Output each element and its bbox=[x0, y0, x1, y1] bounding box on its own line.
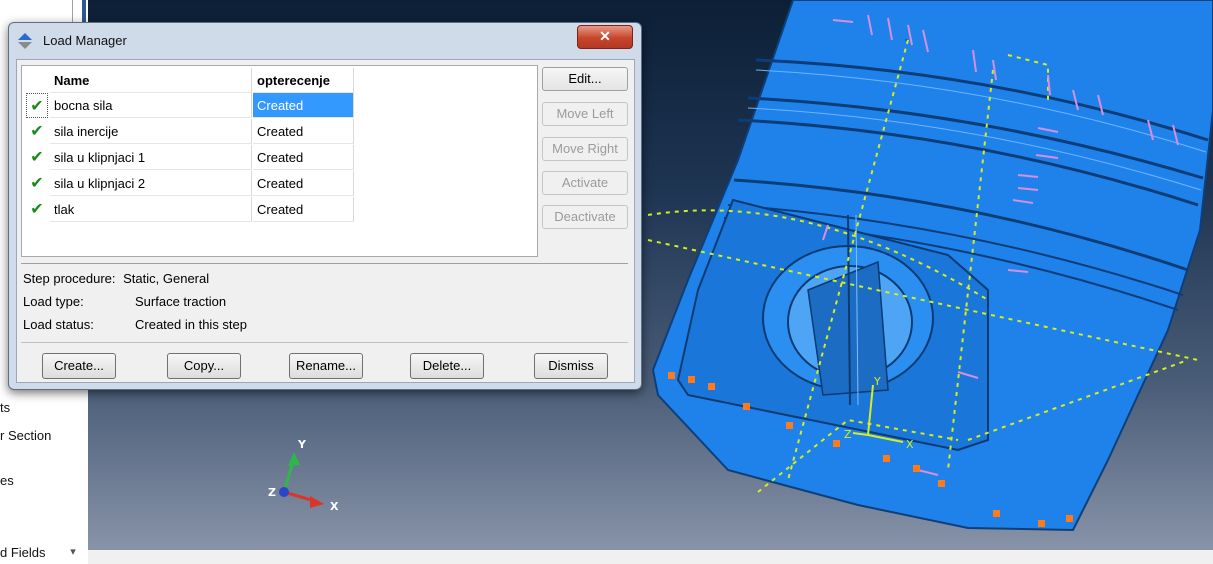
tree-item-profiles[interactable]: es bbox=[0, 473, 14, 488]
deactivate-button[interactable]: Deactivate bbox=[542, 205, 628, 229]
load-status-cell[interactable]: Created bbox=[253, 171, 354, 196]
table-row[interactable]: ✔ bocna sila Created bbox=[22, 93, 358, 119]
table-row[interactable]: ✔ sila inercije Created bbox=[22, 119, 358, 145]
table-row[interactable]: ✔ sila u klipnjaci 1 Created bbox=[22, 145, 358, 171]
triad-x-label: X bbox=[330, 500, 339, 513]
triad-y-label: Y bbox=[297, 438, 307, 451]
divider bbox=[21, 263, 628, 264]
triad-z-label: Z bbox=[268, 486, 276, 499]
load-status-cell[interactable]: Created bbox=[253, 197, 354, 222]
load-type-label: Load type: bbox=[23, 294, 84, 309]
dialog-title: Load Manager bbox=[43, 33, 127, 48]
rename-button[interactable]: Rename... bbox=[289, 353, 363, 379]
dialog-titlebar[interactable]: Load Manager ✕ bbox=[9, 23, 641, 59]
move-left-button[interactable]: Move Left bbox=[542, 102, 628, 126]
load-status-label: Load status: bbox=[23, 317, 94, 332]
active-check-icon: ✔ bbox=[30, 149, 44, 166]
load-manager-icon bbox=[18, 33, 32, 49]
divider bbox=[21, 342, 628, 343]
tree-toolbar-icon[interactable] bbox=[82, 0, 86, 22]
close-button[interactable]: ✕ bbox=[577, 25, 633, 49]
copy-button[interactable]: Copy... bbox=[167, 353, 241, 379]
tree-item-parts[interactable]: ts bbox=[0, 400, 10, 415]
delete-button[interactable]: Delete... bbox=[410, 353, 484, 379]
move-right-button[interactable]: Move Right bbox=[542, 137, 628, 161]
table-row[interactable]: ✔ sila u klipnjaci 2 Created bbox=[22, 171, 358, 197]
csys-y-label: Y bbox=[873, 375, 881, 388]
load-type-value: Surface traction bbox=[135, 294, 227, 309]
tree-scroll-down-icon[interactable]: ▾ bbox=[60, 540, 86, 562]
column-header-step[interactable]: opterecenje bbox=[253, 68, 354, 93]
load-name[interactable]: tlak bbox=[50, 197, 252, 222]
load-status-value: Created in this step bbox=[135, 317, 248, 332]
active-check-icon: ✔ bbox=[26, 93, 48, 118]
tree-item-sections[interactable]: r Section bbox=[0, 428, 51, 443]
dialog-body: Name opterecenje ✔ bocna sila Created ✔ … bbox=[16, 59, 635, 383]
dismiss-button[interactable]: Dismiss bbox=[534, 353, 608, 379]
step-procedure-value: Static, General bbox=[123, 271, 210, 286]
load-table: Name opterecenje ✔ bocna sila Created ✔ … bbox=[21, 65, 538, 257]
load-manager-dialog: Load Manager ✕ Name opterecenje ✔ bocna … bbox=[8, 22, 642, 390]
load-type-row: Load type: Surface traction bbox=[23, 294, 226, 309]
viewport-bottom-strip bbox=[88, 550, 1213, 564]
tree-item-fields[interactable]: d Fields bbox=[0, 545, 46, 560]
table-header: Name opterecenje bbox=[22, 68, 358, 94]
load-status-cell[interactable]: Created bbox=[253, 145, 354, 170]
active-check-icon: ✔ bbox=[30, 123, 44, 140]
active-check-icon: ✔ bbox=[30, 201, 44, 218]
step-procedure-row: Step procedure: Static, General bbox=[23, 271, 209, 286]
step-procedure-label: Step procedure: bbox=[23, 271, 116, 286]
column-header-name[interactable]: Name bbox=[50, 68, 252, 93]
active-check-icon: ✔ bbox=[30, 175, 44, 192]
view-triad bbox=[279, 452, 324, 508]
load-name[interactable]: sila inercije bbox=[50, 119, 252, 144]
piston-part bbox=[651, 0, 1213, 532]
activate-button[interactable]: Activate bbox=[542, 171, 628, 195]
csys-x-label: X bbox=[906, 438, 914, 451]
table-row[interactable]: ✔ tlak Created bbox=[22, 197, 358, 223]
load-status-cell[interactable]: Created bbox=[253, 93, 354, 118]
load-name[interactable]: sila u klipnjaci 1 bbox=[50, 145, 252, 170]
load-name[interactable]: bocna sila bbox=[50, 93, 252, 118]
load-name[interactable]: sila u klipnjaci 2 bbox=[50, 171, 252, 196]
create-button[interactable]: Create... bbox=[42, 353, 116, 379]
edit-button[interactable]: Edit... bbox=[542, 67, 628, 91]
csys-z-label: Z bbox=[844, 428, 852, 441]
load-status-cell[interactable]: Created bbox=[253, 119, 354, 144]
load-status-row: Load status: Created in this step bbox=[23, 317, 247, 332]
